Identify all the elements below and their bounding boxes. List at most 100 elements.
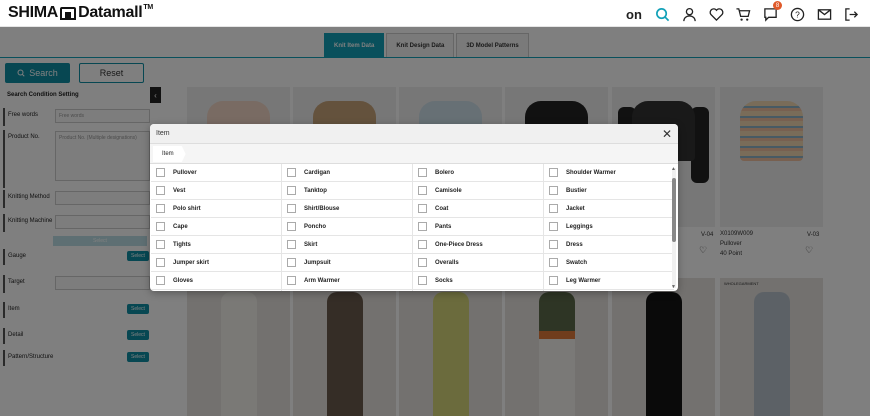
- item-option[interactable]: Tights: [151, 236, 281, 254]
- item-option[interactable]: Shoulder Warmer: [544, 164, 674, 182]
- item-option[interactable]: Bustier: [544, 182, 674, 200]
- item-checkbox[interactable]: [156, 276, 165, 285]
- item-option[interactable]: Shirt/Blouse: [282, 200, 412, 218]
- help-icon[interactable]: ?: [788, 5, 806, 23]
- chat-icon[interactable]: 8: [761, 1, 782, 23]
- item-option-label: Dress: [566, 241, 583, 248]
- item-option[interactable]: Leg Warmer: [544, 272, 674, 290]
- item-checkbox[interactable]: [156, 168, 165, 177]
- modal-header: Item ✕: [150, 124, 678, 144]
- mail-icon[interactable]: [815, 5, 833, 23]
- item-option-label: Coat: [435, 205, 449, 212]
- close-icon[interactable]: ✕: [662, 127, 672, 141]
- item-option-label: Jumper skirt: [173, 259, 210, 266]
- item-option[interactable]: Poncho: [282, 218, 412, 236]
- user-icon[interactable]: [680, 5, 698, 23]
- item-checkbox[interactable]: [418, 276, 427, 285]
- item-checkbox[interactable]: [287, 186, 296, 195]
- item-checkbox[interactable]: [418, 186, 427, 195]
- item-checkbox[interactable]: [418, 168, 427, 177]
- notification-badge: 8: [773, 1, 782, 10]
- item-option[interactable]: Pullover: [151, 164, 281, 182]
- item-option[interactable]: Cardigan: [282, 164, 412, 182]
- top-header: SHIMA Datamall TM on 8 ?: [0, 0, 870, 27]
- shima-datamall-logo[interactable]: SHIMA Datamall TM: [8, 4, 153, 22]
- cart-icon[interactable]: [734, 5, 752, 23]
- item-option[interactable]: Jacket: [544, 200, 674, 218]
- item-option[interactable]: Leggings: [544, 218, 674, 236]
- item-select-modal: Item ✕ Item Pullover Vest Polo shirt Cape Ti…: [150, 124, 678, 291]
- item-option-label: Gloves: [173, 277, 194, 284]
- item-option[interactable]: Jumpsuit: [282, 254, 412, 272]
- item-option-label: Leggings: [566, 223, 593, 230]
- item-option[interactable]: Cape: [151, 218, 281, 236]
- item-option-label: Cape: [173, 223, 188, 230]
- modal-scrollbar-thumb[interactable]: [672, 178, 676, 242]
- heart-icon[interactable]: [707, 5, 725, 23]
- item-option[interactable]: Vest: [151, 182, 281, 200]
- item-option[interactable]: Camisole: [413, 182, 543, 200]
- item-option[interactable]: Pants: [413, 218, 543, 236]
- item-checkbox[interactable]: [418, 258, 427, 267]
- item-option[interactable]: Tanktop: [282, 182, 412, 200]
- breadcrumb: Item: [150, 144, 678, 164]
- item-option[interactable]: Jumper skirt: [151, 254, 281, 272]
- scroll-up-icon[interactable]: ▲: [671, 166, 676, 172]
- breadcrumb-item[interactable]: Item: [153, 146, 186, 162]
- item-checkbox[interactable]: [156, 258, 165, 267]
- item-checkbox[interactable]: [156, 240, 165, 249]
- item-option-label: Camisole: [435, 187, 462, 194]
- item-checkbox[interactable]: [549, 186, 558, 195]
- item-checkbox[interactable]: [156, 204, 165, 213]
- item-checkbox[interactable]: [287, 258, 296, 267]
- item-option-label: Jumpsuit: [304, 259, 331, 266]
- item-option[interactable]: Overalls: [413, 254, 543, 272]
- item-checkbox[interactable]: [549, 240, 558, 249]
- item-checkbox[interactable]: [549, 168, 558, 177]
- item-option[interactable]: Skirt: [282, 236, 412, 254]
- item-option[interactable]: Coat: [413, 200, 543, 218]
- svg-text:?: ?: [795, 9, 800, 19]
- item-option[interactable]: Arm Warmer: [282, 272, 412, 290]
- item-checkbox[interactable]: [549, 258, 558, 267]
- item-option-label: Socks: [435, 277, 453, 284]
- logout-icon[interactable]: [842, 5, 860, 23]
- item-option[interactable]: Bolero: [413, 164, 543, 182]
- item-checkbox[interactable]: [287, 204, 296, 213]
- item-option[interactable]: Gloves: [151, 272, 281, 290]
- item-options: Pullover Vest Polo shirt Cape Tights Jumper s…: [150, 164, 678, 291]
- item-checkbox[interactable]: [287, 222, 296, 231]
- item-option-label: Poncho: [304, 223, 326, 230]
- on-icon[interactable]: on: [624, 5, 644, 23]
- item-option-label: Polo shirt: [173, 205, 201, 212]
- item-option-label: Bolero: [435, 169, 455, 176]
- item-checkbox[interactable]: [287, 276, 296, 285]
- item-checkbox[interactable]: [549, 204, 558, 213]
- item-option[interactable]: One-Piece Dress: [413, 236, 543, 254]
- item-option-label: Tanktop: [304, 187, 327, 194]
- item-checkbox[interactable]: [549, 222, 558, 231]
- item-option[interactable]: Swatch: [544, 254, 674, 272]
- scroll-down-icon[interactable]: ▼: [671, 284, 676, 290]
- item-option[interactable]: Socks: [413, 272, 543, 290]
- header-icons: on 8 ?: [624, 1, 860, 23]
- item-option[interactable]: Dress: [544, 236, 674, 254]
- item-checkbox[interactable]: [418, 222, 427, 231]
- item-checkbox[interactable]: [156, 186, 165, 195]
- item-checkbox[interactable]: [418, 204, 427, 213]
- item-option-label: Swatch: [566, 259, 588, 266]
- item-option[interactable]: Polo shirt: [151, 200, 281, 218]
- item-checkbox[interactable]: [287, 240, 296, 249]
- item-option-label: Cardigan: [304, 169, 331, 176]
- item-option-label: Jacket: [566, 205, 585, 212]
- item-checkbox[interactable]: [287, 168, 296, 177]
- item-option-label: Arm Warmer: [304, 277, 340, 284]
- logo-mark-icon: [60, 6, 77, 20]
- search-icon[interactable]: [653, 5, 671, 23]
- item-option-label: Shirt/Blouse: [304, 205, 340, 212]
- item-checkbox[interactable]: [156, 222, 165, 231]
- trademark: TM: [143, 4, 153, 11]
- item-checkbox[interactable]: [549, 276, 558, 285]
- item-checkbox[interactable]: [418, 240, 427, 249]
- item-option-label: One-Piece Dress: [435, 241, 483, 248]
